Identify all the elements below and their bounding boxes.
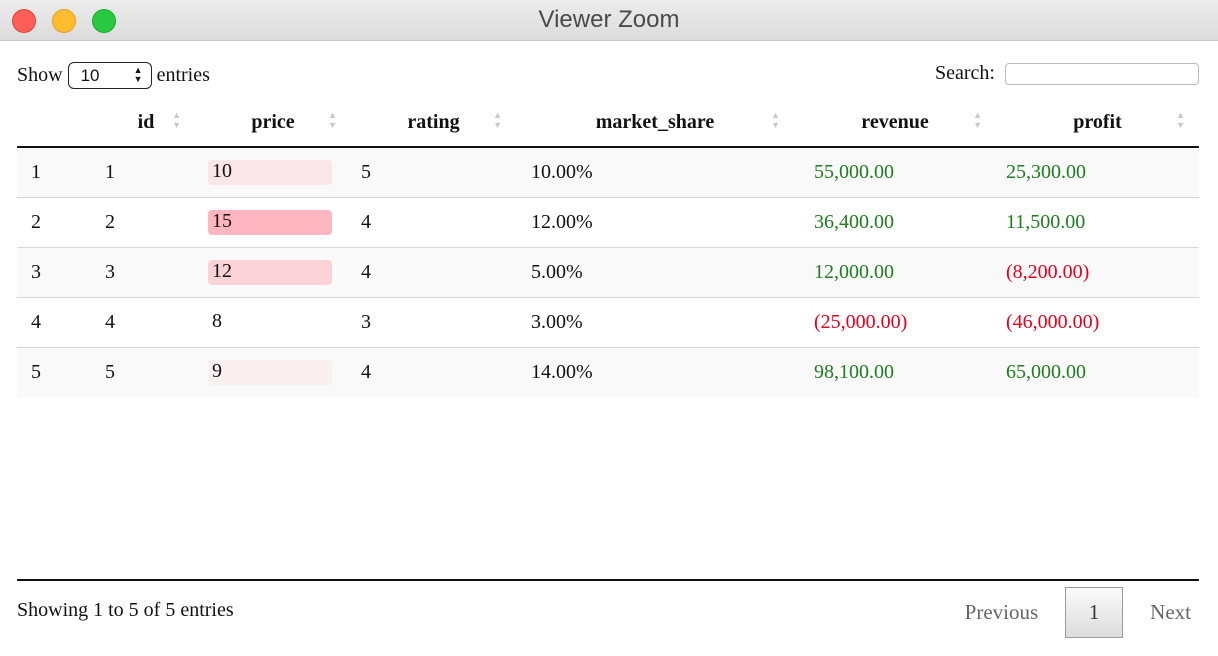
cell-revenue: 12,000.00 bbox=[794, 247, 996, 298]
window-title: Viewer Zoom bbox=[538, 6, 680, 33]
cell-id: 2 bbox=[97, 197, 195, 248]
cell-revenue: 55,000.00 bbox=[794, 147, 996, 198]
cell-market-share: 14.00% bbox=[516, 347, 794, 397]
price-value: 8 bbox=[212, 310, 222, 332]
table-row: 1 1 10 5 10.00% 55,000.00 25,300.00 bbox=[17, 147, 1199, 198]
price-value: 15 bbox=[212, 210, 232, 232]
column-header-price[interactable]: price ▲ ▼ bbox=[195, 98, 351, 148]
cell-rating: 3 bbox=[351, 297, 516, 348]
column-header-rating[interactable]: rating ▲ ▼ bbox=[351, 98, 516, 148]
column-header-market-share[interactable]: market_share ▲ ▼ bbox=[516, 98, 794, 148]
cell-revenue: 36,400.00 bbox=[794, 197, 996, 248]
cell-id: 1 bbox=[97, 147, 195, 198]
column-header-id[interactable]: id ▲ ▼ bbox=[97, 98, 195, 148]
show-label: Show bbox=[17, 64, 63, 86]
cell-rownum: 4 bbox=[17, 297, 97, 348]
pagination: Previous 1 Next bbox=[965, 587, 1199, 638]
cell-price: 12 bbox=[195, 247, 351, 298]
price-value: 10 bbox=[212, 160, 232, 182]
cell-revenue: 98,100.00 bbox=[794, 347, 996, 397]
sort-icon: ▲ ▼ bbox=[771, 110, 780, 130]
cell-price: 15 bbox=[195, 197, 351, 248]
cell-price: 10 bbox=[195, 147, 351, 198]
cell-id: 3 bbox=[97, 247, 195, 298]
cell-rownum: 5 bbox=[17, 347, 97, 397]
table-header-row: id ▲ ▼ price ▲ ▼ rating ▲ ▼ market_share ▲ ▼ rev… bbox=[17, 98, 1199, 148]
price-value: 12 bbox=[212, 260, 232, 282]
cell-rownum: 3 bbox=[17, 247, 97, 298]
sort-icon: ▲ ▼ bbox=[493, 110, 502, 130]
column-header-profit[interactable]: profit ▲ ▼ bbox=[996, 98, 1199, 148]
window-titlebar: Viewer Zoom bbox=[0, 0, 1218, 41]
next-page-button[interactable]: Next bbox=[1150, 600, 1191, 625]
cell-market-share: 10.00% bbox=[516, 147, 794, 198]
cell-profit: 25,300.00 bbox=[996, 147, 1199, 198]
sort-icon: ▲ ▼ bbox=[1176, 110, 1185, 130]
cell-id: 4 bbox=[97, 297, 195, 348]
sort-icon: ▲ ▼ bbox=[973, 110, 982, 130]
page-length-value: 10 bbox=[80, 65, 100, 85]
table-row: 4 4 8 3 3.00% (25,000.00) (46,000.00) bbox=[17, 297, 1199, 348]
cell-rating: 4 bbox=[351, 247, 516, 298]
cell-profit: 65,000.00 bbox=[996, 347, 1199, 397]
column-header-rownum[interactable] bbox=[17, 98, 97, 148]
cell-rownum: 1 bbox=[17, 147, 97, 198]
cell-revenue: (25,000.00) bbox=[794, 297, 996, 348]
search-control: Search: bbox=[935, 62, 1199, 85]
page-button-current[interactable]: 1 bbox=[1065, 587, 1124, 638]
sort-icon: ▲ ▼ bbox=[328, 110, 337, 130]
cell-rating: 4 bbox=[351, 197, 516, 248]
data-table: id ▲ ▼ price ▲ ▼ rating ▲ ▼ market_share ▲ ▼ rev… bbox=[17, 98, 1199, 397]
search-input[interactable] bbox=[1005, 62, 1199, 85]
table-footer-divider bbox=[17, 579, 1199, 581]
cell-profit: 11,500.00 bbox=[996, 197, 1199, 248]
price-value: 9 bbox=[212, 360, 222, 382]
table-body: 1 1 10 5 10.00% 55,000.00 25,300.00 2 2 15 4 12.00%… bbox=[17, 147, 1199, 397]
cell-market-share: 5.00% bbox=[516, 247, 794, 298]
cell-profit: (46,000.00) bbox=[996, 297, 1199, 348]
table-row: 2 2 15 4 12.00% 36,400.00 11,500.00 bbox=[17, 197, 1199, 248]
table-row: 5 5 9 4 14.00% 98,100.00 65,000.00 bbox=[17, 347, 1199, 397]
table-info: Showing 1 to 5 of 5 entries bbox=[17, 599, 234, 621]
search-label: Search: bbox=[935, 62, 995, 84]
cell-price: 8 bbox=[195, 297, 351, 348]
previous-page-button[interactable]: Previous bbox=[965, 600, 1039, 625]
table-row: 3 3 12 4 5.00% 12,000.00 (8,200.00) bbox=[17, 247, 1199, 298]
cell-price: 9 bbox=[195, 347, 351, 397]
cell-market-share: 12.00% bbox=[516, 197, 794, 248]
column-header-revenue[interactable]: revenue ▲ ▼ bbox=[794, 98, 996, 148]
price-bar bbox=[208, 360, 332, 385]
cell-id: 5 bbox=[97, 347, 195, 397]
cell-market-share: 3.00% bbox=[516, 297, 794, 348]
select-arrows-icon: ▲ ▼ bbox=[133, 65, 143, 84]
sort-icon: ▲ ▼ bbox=[172, 110, 181, 130]
page-length-select[interactable]: 10 ▲ ▼ bbox=[67, 62, 152, 89]
cell-rating: 5 bbox=[351, 147, 516, 198]
page-length-control: Show 10 ▲ ▼ entries bbox=[17, 62, 210, 89]
entries-label: entries bbox=[156, 64, 210, 86]
cell-profit: (8,200.00) bbox=[996, 247, 1199, 298]
cell-rownum: 2 bbox=[17, 197, 97, 248]
cell-rating: 4 bbox=[351, 347, 516, 397]
